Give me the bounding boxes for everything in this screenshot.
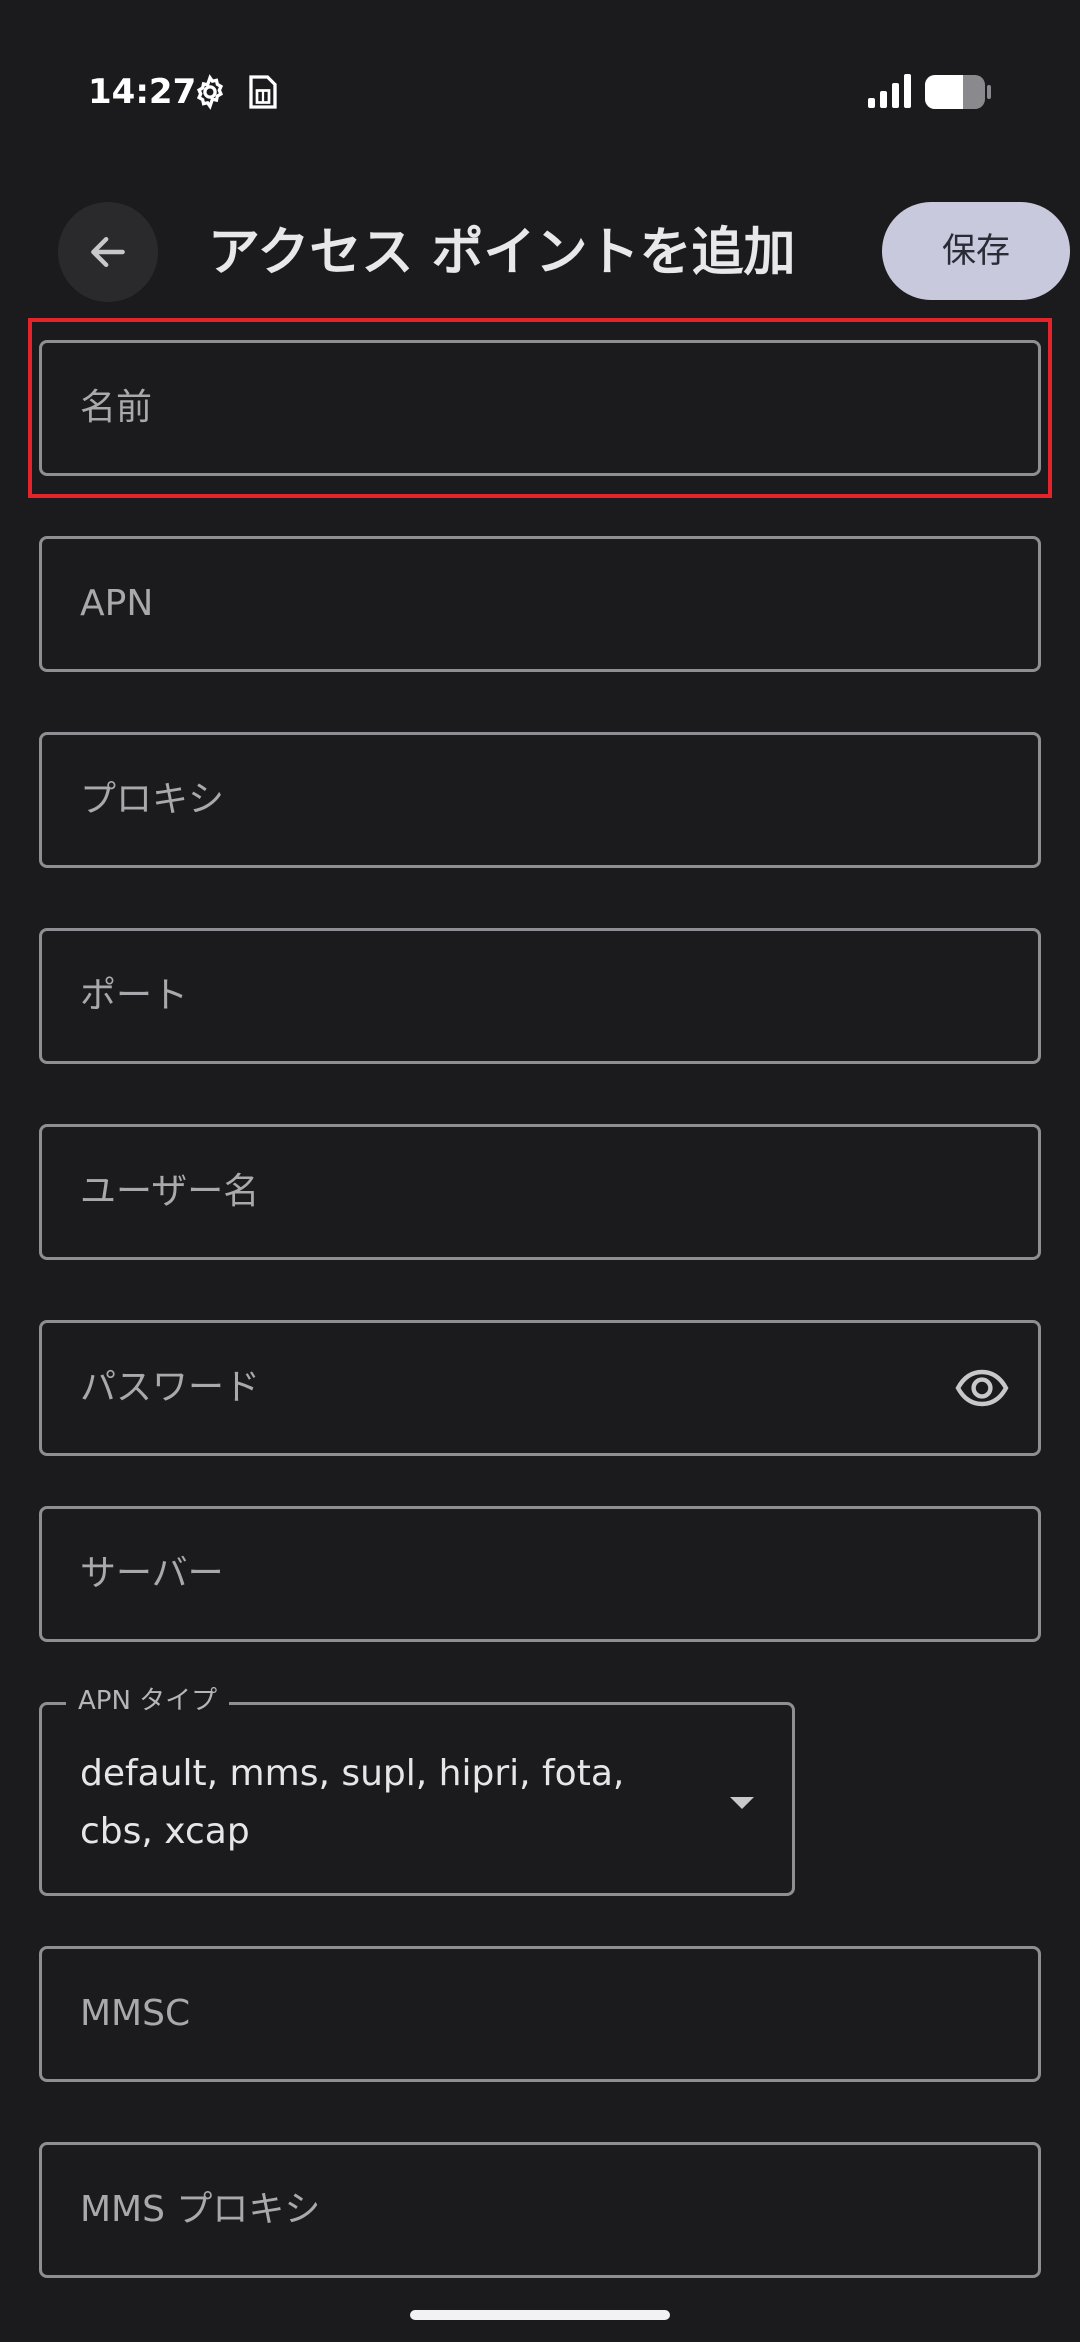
- name-field-placeholder: 名前: [80, 387, 153, 428]
- signal-icon: [868, 74, 911, 108]
- server-field-placeholder: サーバー: [80, 1553, 224, 1594]
- save-button[interactable]: 保存: [882, 202, 1070, 300]
- back-button[interactable]: [58, 202, 158, 302]
- mmsc-field-placeholder: MMSC: [80, 1993, 191, 2034]
- gear-icon: [196, 74, 224, 110]
- password-field[interactable]: パスワード: [39, 1320, 1041, 1456]
- arrow-left-icon: [91, 236, 125, 268]
- status-time: 14:27: [88, 72, 197, 112]
- home-indicator[interactable]: [410, 2310, 670, 2320]
- apn-type-value: default, mms, supl, hipri, fota, cbs, xc…: [80, 1753, 625, 1852]
- proxy-field-placeholder: プロキシ: [80, 779, 225, 820]
- mms-proxy-field-placeholder: MMS プロキシ: [80, 2189, 321, 2230]
- name-field[interactable]: 名前: [39, 340, 1041, 476]
- apn-field-placeholder: APN: [80, 583, 154, 624]
- page-title: アクセス ポイントを追加: [208, 223, 796, 283]
- port-field[interactable]: ポート: [39, 928, 1041, 1064]
- port-field-placeholder: ポート: [80, 975, 189, 1016]
- mmsc-field[interactable]: MMSC: [39, 1946, 1041, 2082]
- username-field-placeholder: ユーザー名: [80, 1171, 260, 1212]
- apn-field[interactable]: APN: [39, 536, 1041, 672]
- server-field[interactable]: サーバー: [39, 1506, 1041, 1642]
- apn-type-label: APN タイプ: [66, 1683, 230, 1719]
- sim-card-icon: [249, 75, 277, 109]
- proxy-field[interactable]: プロキシ: [39, 732, 1041, 868]
- username-field[interactable]: ユーザー名: [39, 1124, 1041, 1260]
- password-field-placeholder: パスワード: [80, 1367, 261, 1408]
- mms-proxy-field[interactable]: MMS プロキシ: [39, 2142, 1041, 2278]
- battery-icon: [925, 75, 991, 109]
- eye-icon[interactable]: [954, 1363, 1010, 1413]
- apn-type-dropdown[interactable]: APN タイプ default, mms, supl, hipri, fota,…: [39, 1683, 795, 1896]
- dropdown-arrow-icon: [730, 1797, 754, 1809]
